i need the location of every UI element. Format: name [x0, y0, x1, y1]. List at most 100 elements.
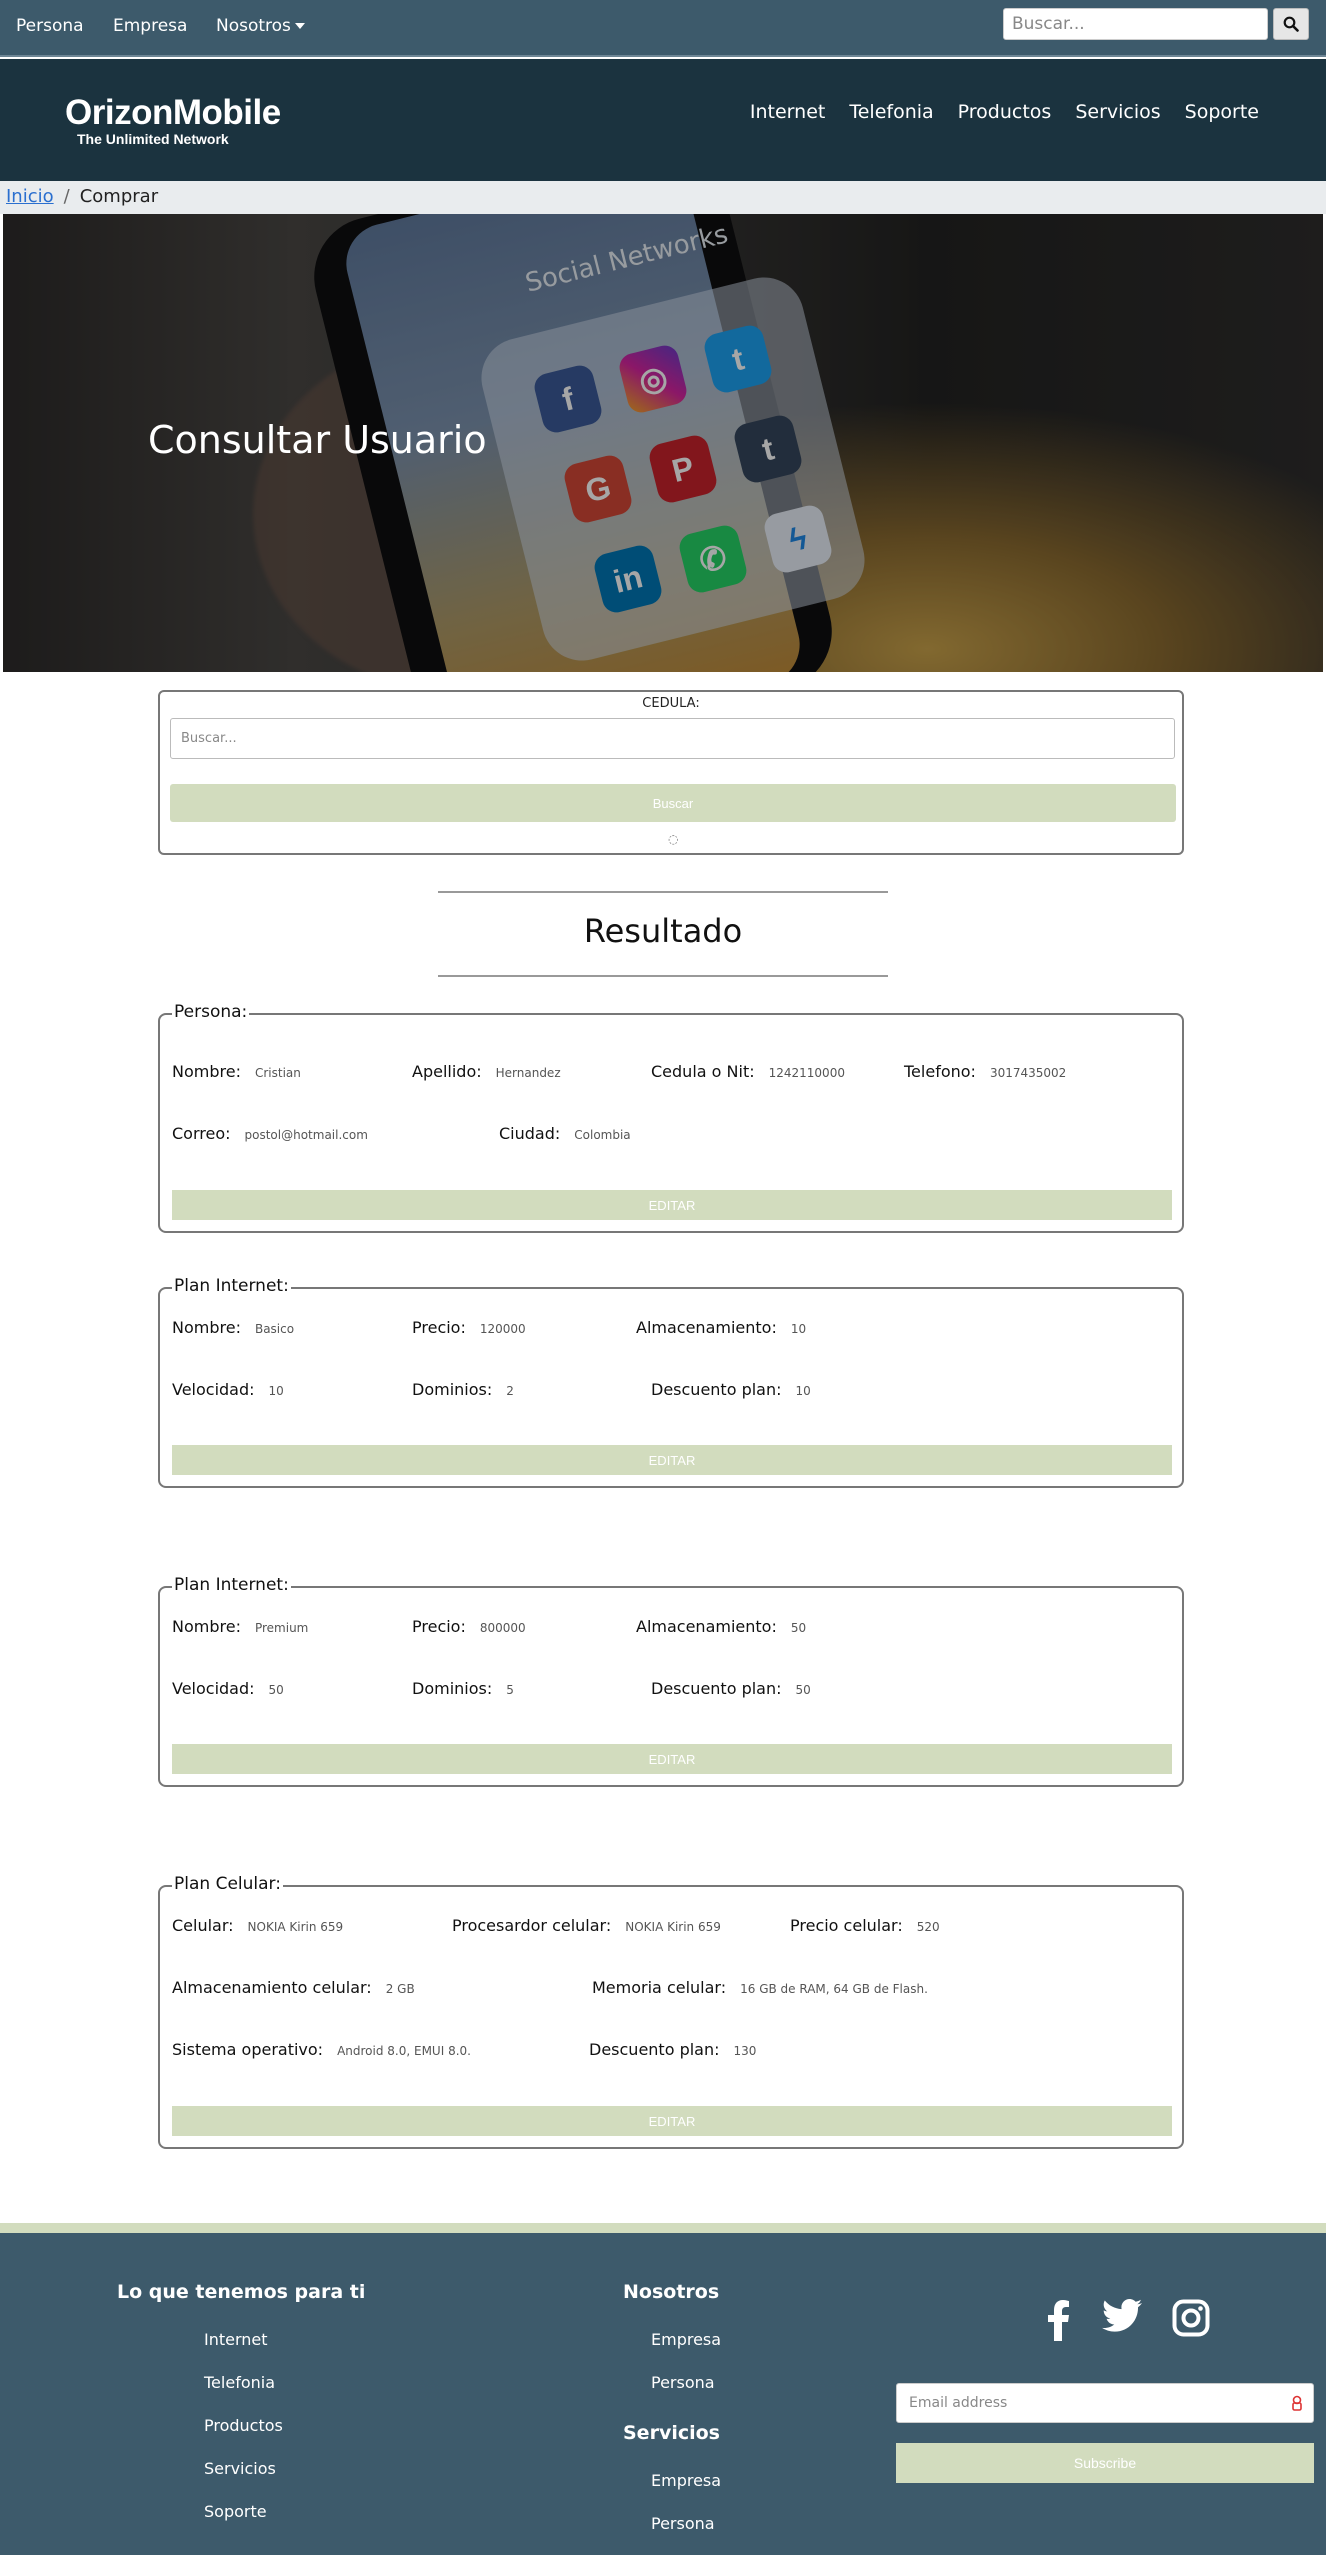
value: 520 — [916, 1920, 940, 1934]
footer-link-servicios[interactable]: Servicios — [204, 2459, 276, 2478]
footer-link-internet[interactable]: Internet — [204, 2330, 268, 2349]
footer-link-productos[interactable]: Productos — [204, 2416, 283, 2435]
search-icon — [1283, 16, 1299, 32]
plan-precio: Precio: 120000 — [412, 1318, 526, 1337]
facebook-icon[interactable] — [1044, 2299, 1072, 2341]
value: Premium — [254, 1621, 309, 1635]
plan-dominios: Dominios: 5 — [412, 1679, 514, 1698]
password-manager-icon[interactable] — [1291, 2395, 1303, 2411]
value: 10 — [795, 1384, 811, 1398]
editar-plan-internet-button-2[interactable]: EDITAR — [172, 1744, 1172, 1774]
plan-almacenamiento: Almacenamiento: 10 — [636, 1318, 806, 1337]
nav-productos[interactable]: Productos — [958, 101, 1052, 123]
site-header: OrizonMobile The Unlimited Network Inter… — [0, 59, 1326, 181]
value: Android 8.0, EMUI 8.0. — [337, 2044, 471, 2058]
breadcrumb: Inicio / Comprar — [0, 181, 1326, 214]
nav-internet[interactable]: Internet — [750, 101, 825, 123]
value: NOKIA Kirin 659 — [625, 1920, 721, 1934]
instagram-icon[interactable] — [1172, 2299, 1210, 2337]
subscribe-button[interactable]: Subscribe — [896, 2443, 1314, 2483]
site-footer: Lo que tenemos para ti Internet Telefoni… — [0, 2233, 1326, 2555]
label: Almacenamiento celular: — [172, 1978, 372, 1997]
label: Telefono: — [904, 1062, 976, 1081]
footer-link-persona[interactable]: Persona — [651, 2373, 715, 2392]
footer-col1-title: Lo que tenemos para ti — [117, 2281, 366, 2303]
nosotros-label: Nosotros — [216, 16, 291, 36]
plan-internet-fieldset-2: Plan Internet: Nombre: Premium Precio: 800… — [158, 1575, 1184, 1787]
value: 50 — [268, 1683, 284, 1697]
plan-precio: Precio: 800000 — [412, 1617, 526, 1636]
nav-soporte[interactable]: Soporte — [1185, 101, 1259, 123]
plan-dominios: Dominios: 2 — [412, 1380, 514, 1399]
plan-descuento: Descuento plan: 10 — [651, 1380, 811, 1399]
value: 2 — [506, 1384, 514, 1398]
celular-legend: Plan Celular: — [172, 1874, 283, 1894]
persona-apellido: Apellido: Hernandez — [412, 1062, 561, 1081]
breadcrumb-current: Comprar — [79, 186, 159, 207]
plan-celular-fieldset: Plan Celular: Celular: NOKIA Kirin 659 Pr… — [158, 1874, 1184, 2149]
top-bar: Persona Empresa Nosotros — [0, 0, 1326, 57]
value: 3017435002 — [989, 1066, 1067, 1080]
celular-sistema-operativo: Sistema operativo: Android 8.0, EMUI 8.0. — [172, 2040, 471, 2059]
editar-plan-internet-button-1[interactable]: EDITAR — [172, 1445, 1172, 1475]
label: Descuento plan: — [589, 2040, 720, 2059]
buscar-button[interactable]: Buscar — [170, 784, 1176, 822]
value: 1242110000 — [768, 1066, 845, 1080]
label: Dominios: — [412, 1380, 493, 1399]
label: Nombre: — [172, 1318, 241, 1337]
value: NOKIA Kirin 659 — [247, 1920, 344, 1934]
cedula-search-input[interactable] — [170, 718, 1175, 759]
celular-procesador: Procesardor celular: NOKIA Kirin 659 — [452, 1916, 721, 1935]
editar-plan-celular-button[interactable]: EDITAR — [172, 2106, 1172, 2136]
value: 130 — [733, 2044, 757, 2058]
social-links — [1044, 2299, 1210, 2341]
twitter-icon[interactable] — [1102, 2299, 1142, 2335]
value: 16 GB de RAM, 64 GB de Flash. — [740, 1982, 928, 1996]
editar-persona-button[interactable]: EDITAR — [172, 1190, 1172, 1220]
brand-logo[interactable]: OrizonMobile — [65, 93, 281, 133]
result-divider-bottom — [438, 975, 888, 977]
value: 120000 — [479, 1322, 526, 1336]
plan-almacenamiento: Almacenamiento: 50 — [636, 1617, 806, 1636]
breadcrumb-home[interactable]: Inicio — [6, 186, 54, 207]
plan-internet-fieldset-1: Plan Internet: Nombre: Basico Precio: 1200… — [158, 1276, 1184, 1488]
footer-link-soporte[interactable]: Soporte — [204, 2502, 267, 2521]
top-link-persona[interactable]: Persona — [16, 16, 84, 36]
label: Ciudad: — [499, 1124, 561, 1143]
top-link-empresa[interactable]: Empresa — [113, 16, 187, 36]
footer-link-empresa[interactable]: Empresa — [651, 2330, 721, 2349]
result-divider-top — [438, 891, 888, 893]
value: postol@hotmail.com — [244, 1128, 368, 1142]
plan-descuento: Descuento plan: 50 — [651, 1679, 811, 1698]
cedula-label: CEDULA: — [642, 696, 700, 711]
label: Nombre: — [172, 1062, 241, 1081]
footer-link-telefonia[interactable]: Telefonia — [204, 2373, 275, 2392]
plan-nombre: Nombre: Premium — [172, 1617, 308, 1636]
value: 5 — [506, 1683, 514, 1697]
result-title: Resultado — [583, 912, 743, 950]
newsletter-email-input[interactable] — [896, 2383, 1314, 2423]
label: Procesardor celular: — [452, 1916, 612, 1935]
label: Precio: — [412, 1318, 466, 1337]
breadcrumb-separator: / — [63, 186, 70, 207]
celular-almacenamiento: Almacenamiento celular: 2 GB — [172, 1978, 415, 1997]
celular-precio: Precio celular: 520 — [790, 1916, 940, 1935]
nav-servicios[interactable]: Servicios — [1075, 101, 1160, 123]
footer-link-servicios-persona[interactable]: Persona — [651, 2514, 715, 2533]
value: 50 — [795, 1683, 811, 1697]
plan-legend: Plan Internet: — [172, 1276, 291, 1296]
label: Memoria celular: — [592, 1978, 727, 1997]
persona-fieldset: Persona: Nombre: Cristian Apellido: Hernan… — [158, 1002, 1184, 1233]
top-search-input[interactable] — [1003, 8, 1268, 40]
footer-link-servicios-empresa[interactable]: Empresa — [651, 2471, 721, 2490]
value: Basico — [254, 1322, 295, 1336]
top-link-nosotros[interactable]: Nosotros — [216, 16, 305, 36]
brand-tagline: The Unlimited Network — [77, 131, 229, 147]
persona-cedula: Cedula o Nit: 1242110000 — [651, 1062, 845, 1081]
page-title: Consultar Usuario — [148, 418, 487, 462]
label: Velocidad: — [172, 1679, 255, 1698]
label: Cedula o Nit: — [651, 1062, 755, 1081]
label: Precio celular: — [790, 1916, 903, 1935]
nav-telefonia[interactable]: Telefonia — [849, 101, 933, 123]
top-search-button[interactable] — [1273, 8, 1309, 40]
